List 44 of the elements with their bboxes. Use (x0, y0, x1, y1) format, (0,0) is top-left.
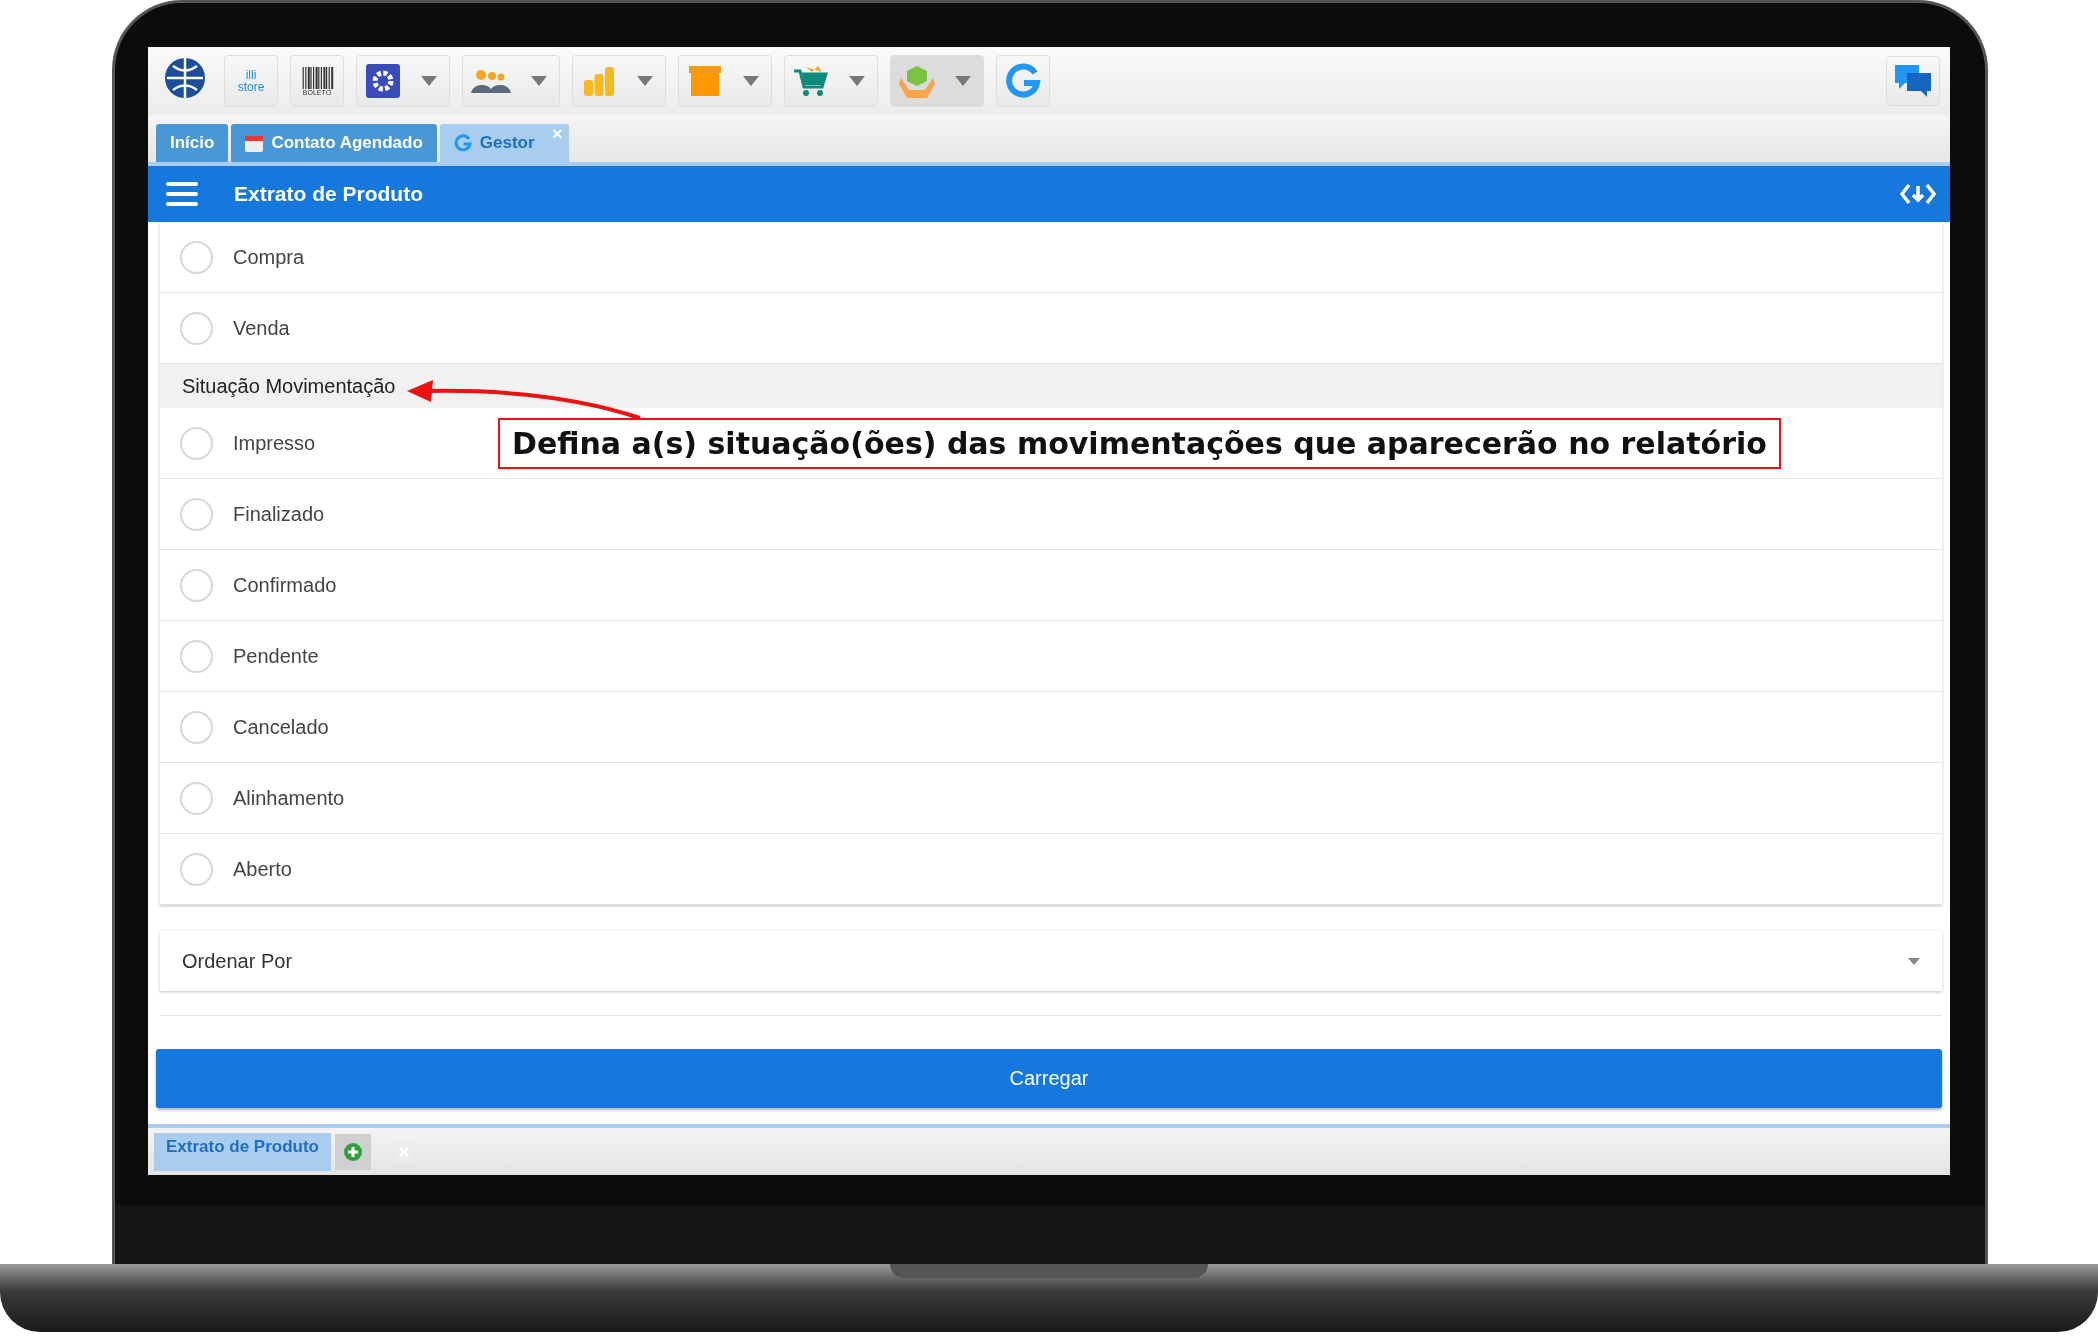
refresh-icon (453, 134, 472, 152)
radio-button[interactable] (180, 852, 213, 886)
cart-icon (794, 65, 828, 97)
caret-icon (637, 76, 653, 86)
radio-option[interactable]: Cancelado (160, 692, 1942, 763)
radio-button[interactable] (180, 568, 213, 602)
radio-button[interactable] (180, 426, 213, 460)
radio-option[interactable]: Aberto (160, 834, 1942, 905)
caret-icon (849, 76, 865, 86)
caret-icon (1908, 958, 1920, 965)
plus-icon (344, 1142, 362, 1161)
radio-option[interactable]: Finalizado (160, 479, 1942, 550)
chat-button[interactable] (1886, 56, 1940, 106)
radio-button[interactable] (180, 240, 213, 274)
order-select[interactable]: Ordenar Por (160, 931, 1942, 991)
section-header: Situação Movimentação (160, 364, 1942, 408)
menu-icon[interactable] (166, 182, 198, 206)
hands-cube-icon (899, 64, 935, 98)
radio-button[interactable] (180, 781, 213, 815)
radio-button[interactable] (180, 497, 213, 531)
add-tab-button[interactable] (335, 1133, 371, 1170)
radio-option[interactable]: Compra (160, 222, 1942, 293)
refresh-icon (1005, 63, 1041, 99)
caret-icon (421, 76, 437, 86)
box-icon (689, 66, 721, 96)
caret-icon (955, 76, 971, 86)
caret-icon (531, 76, 547, 86)
radio-button[interactable] (180, 311, 213, 345)
radio-button[interactable] (180, 639, 213, 673)
coins-icon (583, 66, 615, 96)
people-icon (471, 67, 511, 95)
chat-icon (1895, 65, 1931, 97)
radio-option[interactable]: Alinhamento (160, 763, 1942, 834)
barcode-icon (300, 66, 334, 89)
radio-button[interactable] (180, 710, 213, 744)
code-download-icon[interactable] (1900, 182, 1936, 206)
calendar-icon (245, 134, 264, 152)
annotation-callout: Defina a(s) situação(ões) das movimentações que aparecerão no relatório (498, 418, 1781, 469)
radio-option[interactable]: Pendente (160, 621, 1942, 692)
page-title: Extrato de Produto (234, 182, 424, 206)
caret-icon (743, 76, 759, 86)
settings-icon (366, 64, 400, 98)
load-button[interactable]: Carregar (156, 1049, 1942, 1108)
radio-option[interactable]: Confirmado (160, 550, 1942, 621)
